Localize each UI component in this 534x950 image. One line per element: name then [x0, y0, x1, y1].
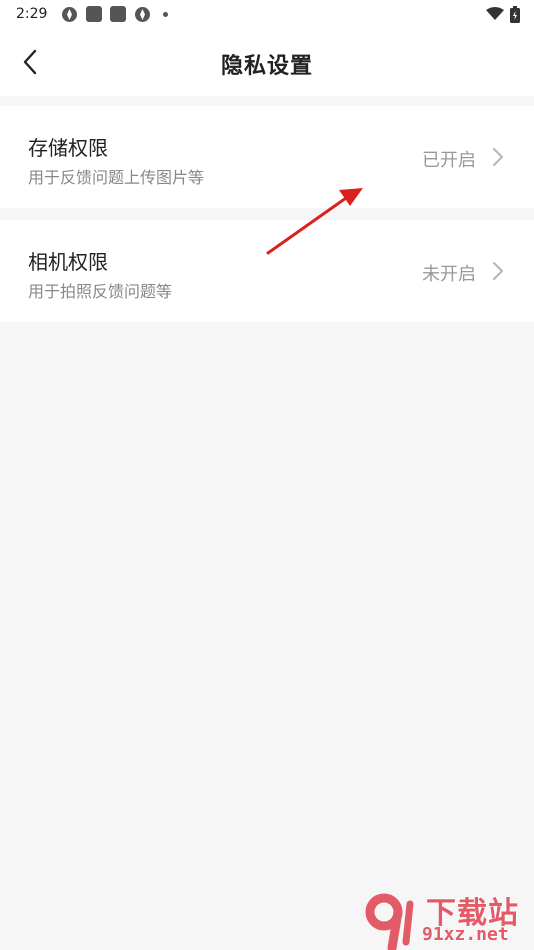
item-subtitle: 用于拍照反馈问题等	[28, 282, 173, 301]
chevron-right-icon	[493, 262, 503, 280]
item-title: 存储权限	[28, 136, 108, 160]
app-notification-icon	[135, 6, 151, 22]
watermark-logo-icon	[365, 893, 414, 950]
permission-status: 未开启	[422, 264, 476, 285]
page-title: 隐私设置	[220, 54, 313, 79]
storage-permission-item[interactable]: 存储权限 用于反馈问题上传图片等 已开启	[0, 106, 534, 208]
app-header: 隐私设置	[0, 28, 534, 96]
camera-permission-item[interactable]: 相机权限 用于拍照反馈问题等 未开启	[0, 220, 534, 322]
permission-status: 已开启	[422, 150, 476, 171]
wifi-icon	[486, 7, 504, 20]
battery-icon	[510, 5, 520, 23]
more-notifications-dot	[163, 11, 169, 17]
app-notification-icon	[62, 6, 78, 22]
status-time: 2:29	[16, 6, 48, 22]
status-bar: 2:29	[0, 0, 534, 28]
app-notification-icon	[86, 6, 103, 22]
watermark: 下载站 91xz.net	[362, 888, 532, 950]
item-title: 相机权限	[28, 250, 108, 274]
app-notification-icon	[110, 6, 127, 22]
system-icons	[486, 5, 520, 23]
chevron-right-icon	[493, 148, 503, 166]
watermark-domain: 91xz.net	[422, 924, 509, 945]
item-subtitle: 用于反馈问题上传图片等	[28, 168, 205, 187]
notification-icons	[61, 6, 169, 23]
